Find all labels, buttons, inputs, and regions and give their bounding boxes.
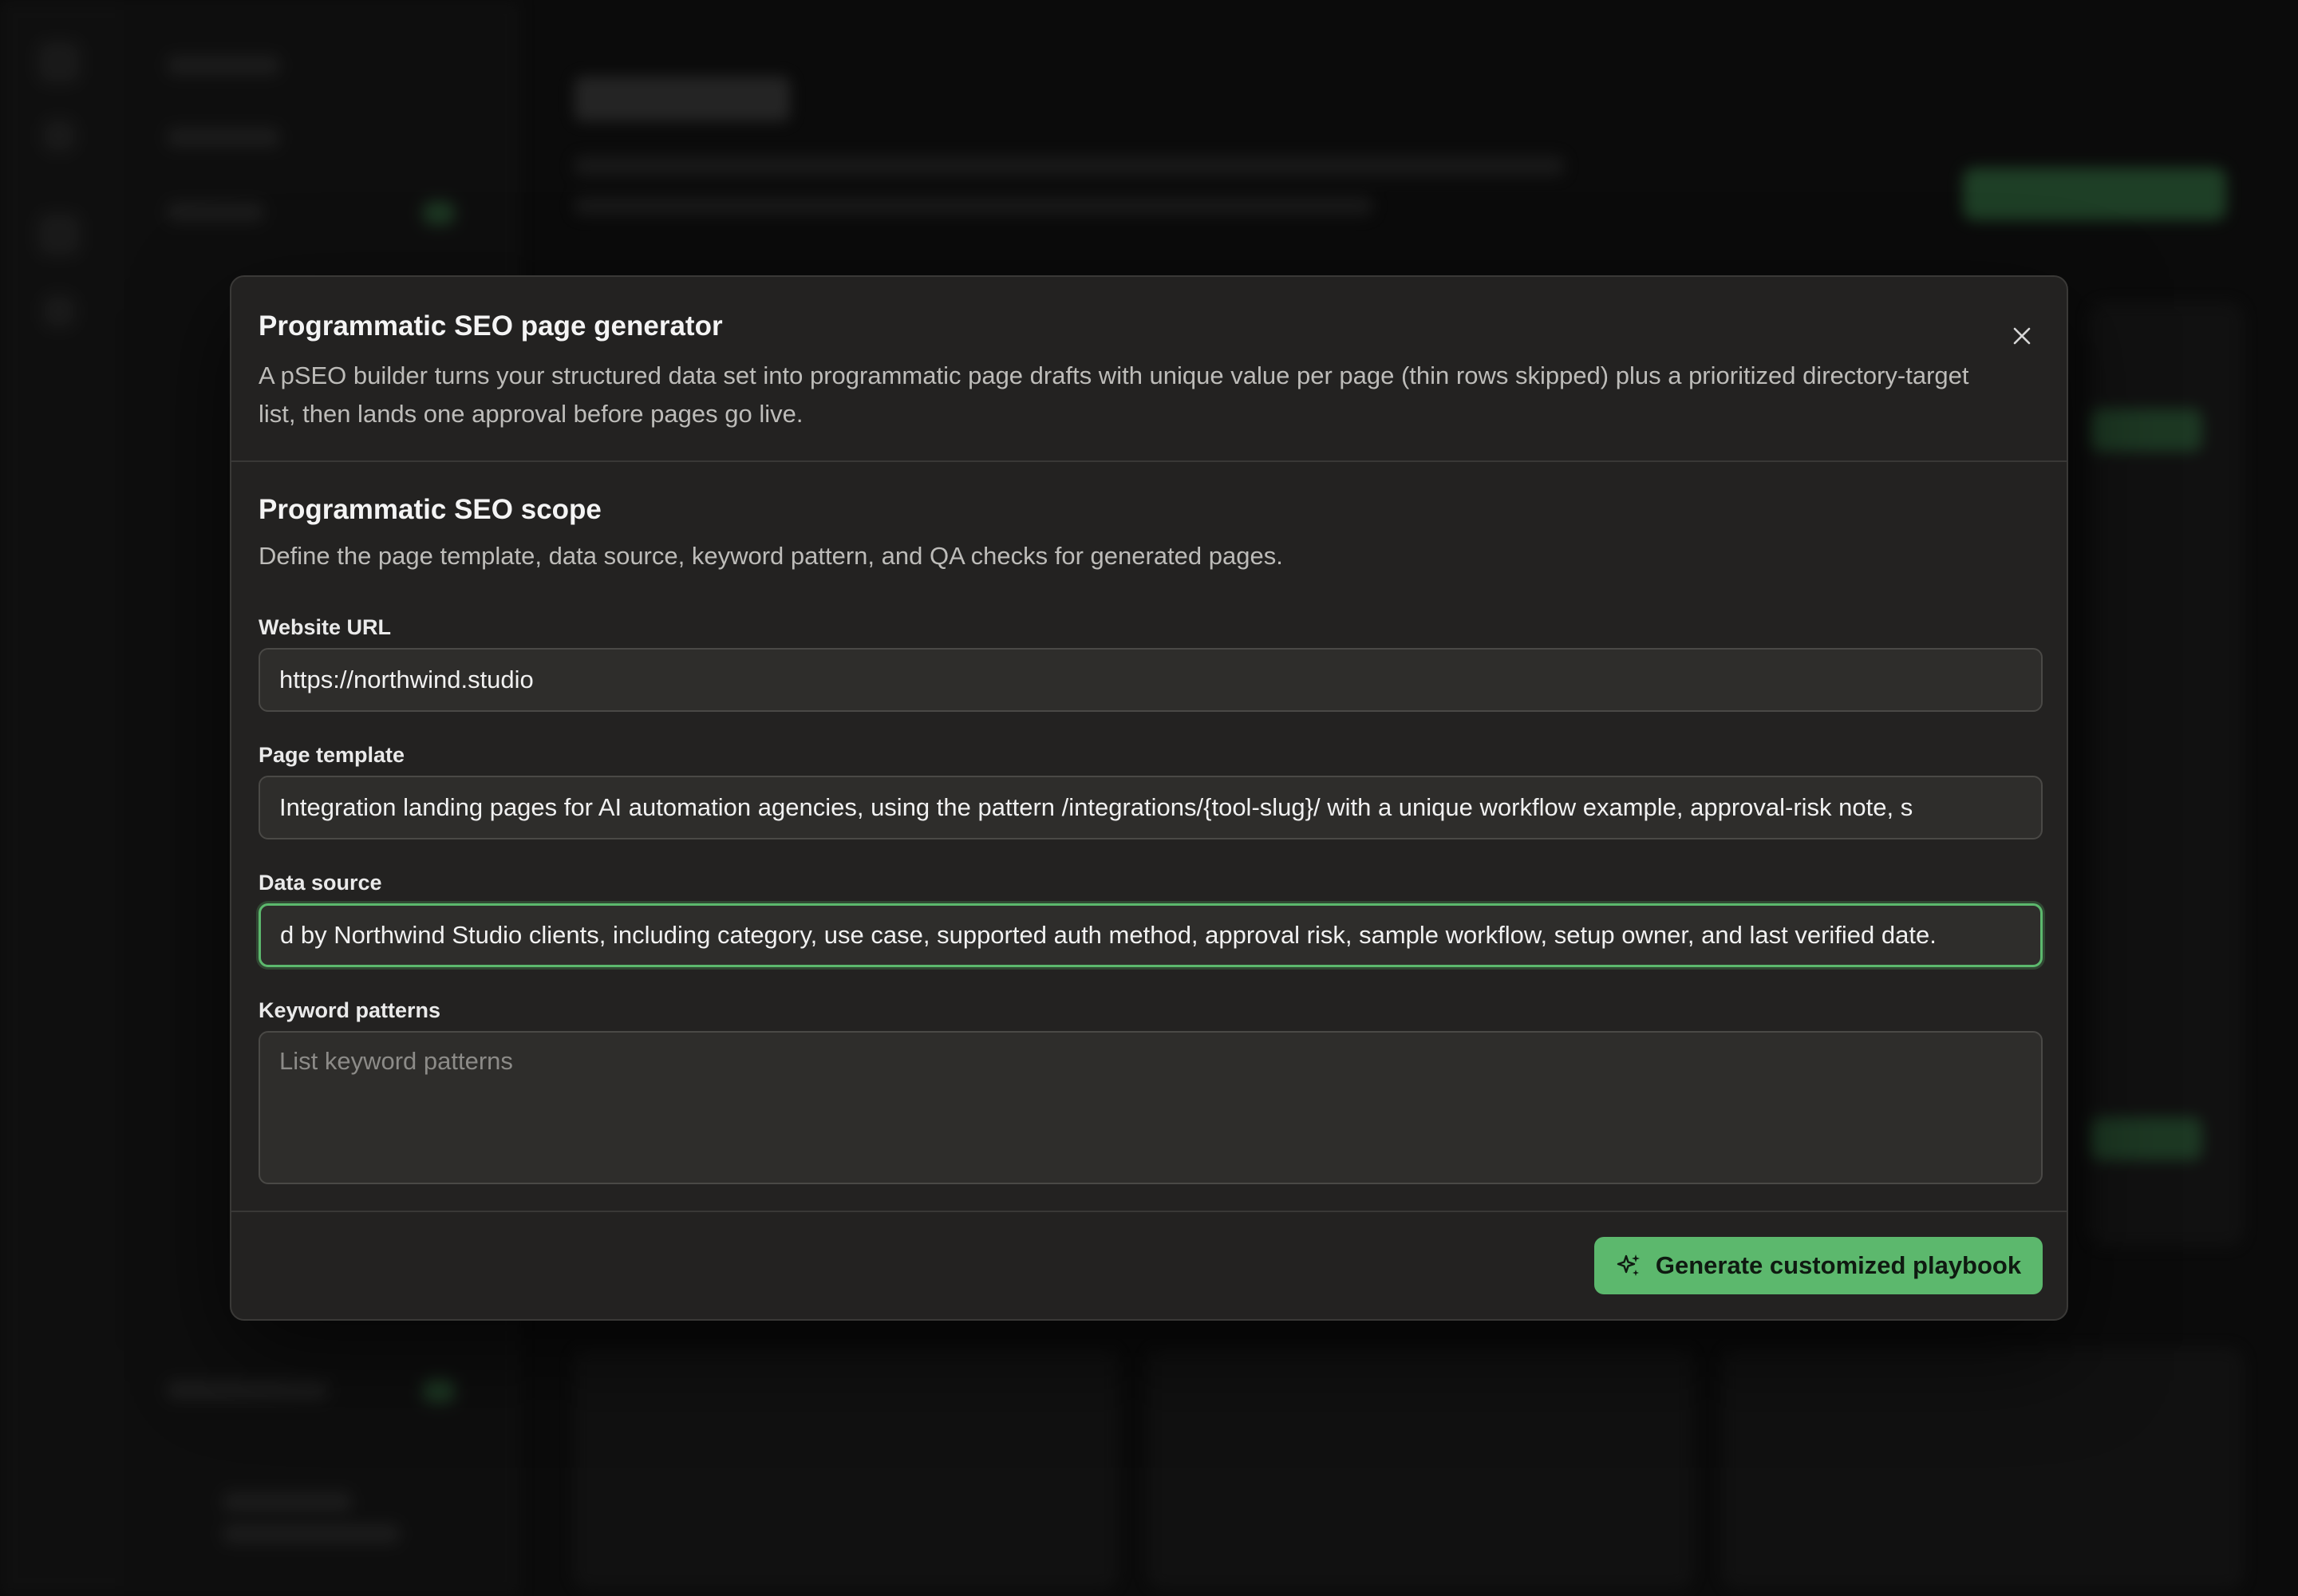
background-line	[168, 203, 263, 222]
scope-title: Programmatic SEO scope	[259, 494, 602, 525]
background-line	[574, 196, 1372, 215]
background-badge	[423, 201, 455, 225]
keyword-patterns-textarea[interactable]	[259, 1031, 2043, 1184]
background-card	[1149, 1349, 1692, 1588]
background-button	[2091, 1117, 2202, 1160]
background-logo	[38, 41, 80, 83]
scope-description: Define the page template, data source, k…	[259, 542, 1283, 570]
data-source-input[interactable]	[259, 903, 2043, 967]
page-template-input[interactable]	[259, 776, 2043, 839]
background-line	[168, 56, 279, 75]
background-rail-icon	[43, 120, 75, 152]
background-rail	[0, 0, 120, 1596]
background-line	[223, 1492, 351, 1511]
background-line	[223, 1524, 399, 1543]
generate-playbook-button[interactable]: Generate customized playbook	[1594, 1237, 2043, 1294]
background-card	[1724, 1349, 2242, 1588]
background-title	[574, 77, 790, 121]
page-template-label: Page template	[259, 743, 405, 767]
sparkles-icon	[1617, 1254, 1640, 1276]
modal-description: A pSEO builder turns your structured dat…	[259, 361, 1969, 428]
generate-playbook-label: Generate customized playbook	[1655, 1251, 2022, 1279]
modal-title: Programmatic SEO page generator	[259, 310, 723, 342]
close-button[interactable]	[1998, 312, 2046, 360]
background-button	[2091, 409, 2202, 452]
close-icon	[2013, 327, 2031, 345]
background-badge	[423, 1379, 455, 1403]
background-button	[1963, 168, 2226, 220]
modal-header: Programmatic SEO page generator A pSEO b…	[231, 277, 2067, 462]
background-line	[574, 156, 1564, 176]
website-url-input[interactable]	[259, 648, 2043, 712]
background-line	[168, 128, 279, 147]
background-card	[574, 1349, 1117, 1588]
background-rail-icon	[38, 214, 80, 255]
background-rail-icon	[43, 295, 75, 327]
background-line	[168, 1381, 327, 1400]
keyword-patterns-label: Keyword patterns	[259, 998, 441, 1022]
data-source-label: Data source	[259, 871, 382, 895]
website-url-label: Website URL	[259, 615, 392, 639]
pseo-generator-modal: Programmatic SEO page generator A pSEO b…	[230, 275, 2068, 1321]
